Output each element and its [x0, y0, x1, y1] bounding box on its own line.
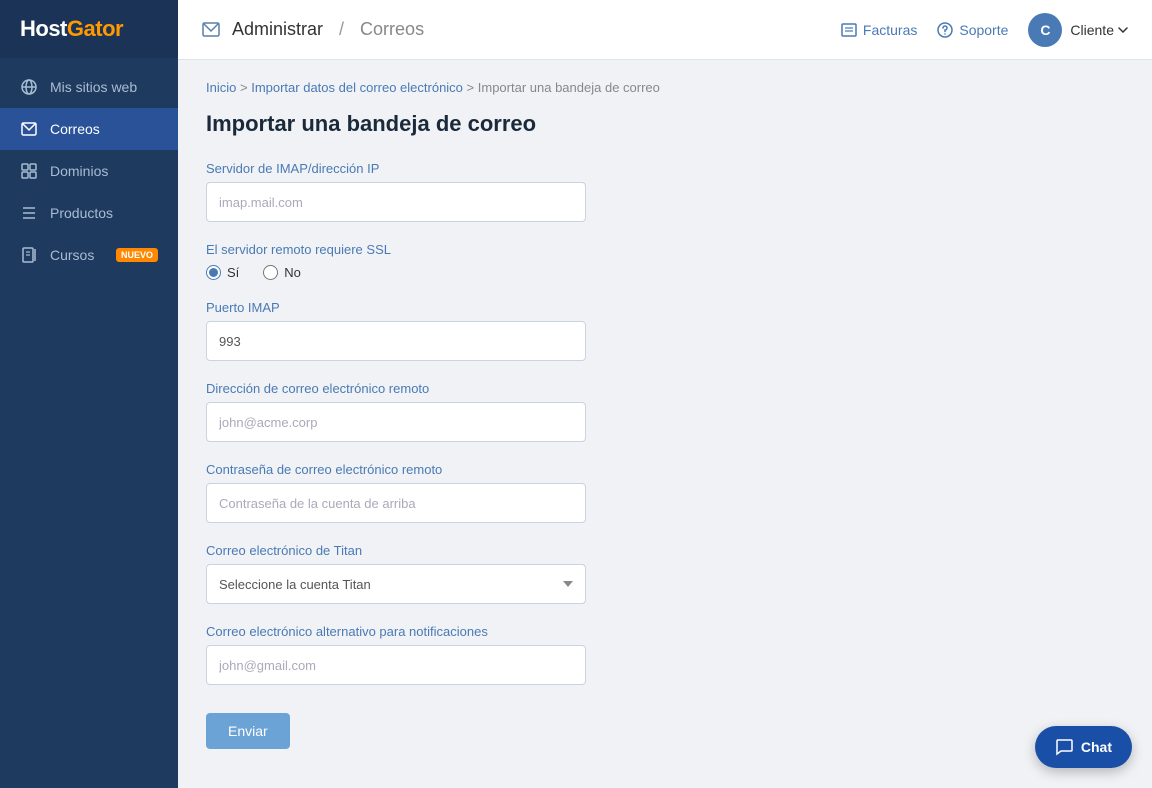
chevron-down-icon [1118, 27, 1128, 33]
list-icon [20, 204, 38, 222]
content-area: Inicio > Importar datos del correo elect… [178, 60, 1152, 788]
sidebar-item-dominios-label: Dominios [50, 163, 158, 179]
remote-email-label: Dirección de correo electrónico remoto [206, 381, 1124, 396]
breadcrumb-importar-datos[interactable]: Importar datos del correo electrónico [251, 80, 463, 95]
breadcrumb-sep-1: > [240, 80, 251, 95]
main-area: Administrar / Correos Facturas Soporte [178, 0, 1152, 788]
help-icon [937, 22, 953, 38]
alt-email-label: Correo electrónico alternativo para noti… [206, 624, 1124, 639]
titan-email-select[interactable]: Seleccione la cuenta Titan [206, 564, 586, 604]
ssl-radio-group: Sí No [206, 265, 1124, 280]
chat-label: Chat [1081, 739, 1112, 755]
client-name: Cliente [1070, 22, 1128, 38]
sidebar-item-correos[interactable]: Correos [0, 108, 178, 150]
imap-server-label: Servidor de IMAP/dirección IP [206, 161, 1124, 176]
ssl-label: El servidor remoto requiere SSL [206, 242, 1124, 257]
imap-port-label: Puerto IMAP [206, 300, 1124, 315]
titan-email-group: Correo electrónico de Titan Seleccione l… [206, 543, 1124, 604]
header-title: Administrar [232, 19, 323, 40]
imap-port-group: Puerto IMAP [206, 300, 1124, 361]
imap-port-input[interactable] [206, 321, 586, 361]
chat-button[interactable]: Chat [1035, 726, 1132, 768]
grid-icon [20, 162, 38, 180]
remote-email-group: Dirección de correo electrónico remoto [206, 381, 1124, 442]
sidebar-nav: Mis sitios web Correos Dominios [0, 66, 178, 276]
header-mail-icon [202, 21, 220, 39]
facturas-icon [841, 23, 857, 37]
password-group: Contraseña de correo electrónico remoto [206, 462, 1124, 523]
ssl-yes-option[interactable]: Sí [206, 265, 239, 280]
globe-icon [20, 78, 38, 96]
mail-icon [20, 120, 38, 138]
import-form: Servidor de IMAP/dirección IP El servido… [206, 161, 1124, 749]
remote-email-input[interactable] [206, 402, 586, 442]
sidebar-item-cursos[interactable]: Cursos NUEVO [0, 234, 178, 276]
sidebar-item-correos-label: Correos [50, 121, 158, 137]
ssl-no-label: No [284, 265, 301, 280]
cursos-badge: NUEVO [116, 248, 158, 262]
breadcrumb: Inicio > Importar datos del correo elect… [206, 80, 1124, 95]
breadcrumb-sep-2: > [467, 80, 478, 95]
submit-button[interactable]: Enviar [206, 713, 290, 749]
sidebar-item-productos[interactable]: Productos [0, 192, 178, 234]
breadcrumb-current: Importar una bandeja de correo [478, 80, 660, 95]
sidebar-item-cursos-label: Cursos [50, 247, 104, 263]
imap-server-input[interactable] [206, 182, 586, 222]
page-title: Importar una bandeja de correo [206, 111, 1124, 137]
imap-server-group: Servidor de IMAP/dirección IP [206, 161, 1124, 222]
sidebar-item-mis-sitios[interactable]: Mis sitios web [0, 66, 178, 108]
sidebar-item-productos-label: Productos [50, 205, 158, 221]
client-menu[interactable]: C Cliente [1028, 13, 1128, 47]
book-icon [20, 246, 38, 264]
ssl-group: El servidor remoto requiere SSL Sí No [206, 242, 1124, 280]
chat-icon [1055, 738, 1073, 756]
header-subtitle: Correos [360, 19, 424, 40]
ssl-no-radio[interactable] [263, 265, 278, 280]
ssl-no-option[interactable]: No [263, 265, 301, 280]
ssl-yes-label: Sí [227, 265, 239, 280]
sidebar-item-dominios[interactable]: Dominios [0, 150, 178, 192]
breadcrumb-inicio[interactable]: Inicio [206, 80, 236, 95]
titan-email-label: Correo electrónico de Titan [206, 543, 1124, 558]
facturas-label: Facturas [863, 22, 917, 38]
password-label: Contraseña de correo electrónico remoto [206, 462, 1124, 477]
alt-email-group: Correo electrónico alternativo para noti… [206, 624, 1124, 685]
sidebar-item-mis-sitios-label: Mis sitios web [50, 79, 158, 95]
facturas-button[interactable]: Facturas [841, 22, 917, 38]
sidebar: HostGator Mis sitios web Correos [0, 0, 178, 788]
header-actions: Facturas Soporte C Cliente [841, 13, 1128, 47]
password-input[interactable] [206, 483, 586, 523]
sidebar-logo: HostGator [0, 0, 178, 58]
alt-email-input[interactable] [206, 645, 586, 685]
header-separator: / [339, 19, 344, 40]
ssl-yes-radio[interactable] [206, 265, 221, 280]
soporte-label: Soporte [959, 22, 1008, 38]
logo-text: HostGator [20, 16, 158, 42]
header: Administrar / Correos Facturas Soporte [178, 0, 1152, 60]
avatar: C [1028, 13, 1062, 47]
soporte-button[interactable]: Soporte [937, 22, 1008, 38]
